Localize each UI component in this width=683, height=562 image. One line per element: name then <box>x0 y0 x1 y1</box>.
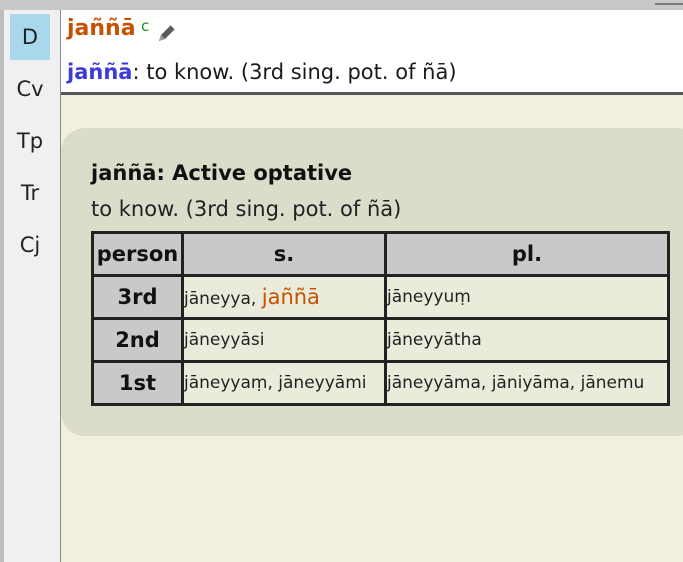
table-row: 1st jāneyyaṃ, jāneyyāmi jāneyyāma, jāniy… <box>91 360 670 406</box>
table-header-row: person s. pl. <box>91 231 670 277</box>
definition-line: jaññā: to know. (3rd sing. pot. of ñā) <box>67 60 457 84</box>
form-text: jāneyya, <box>184 289 262 309</box>
grammar-tag[interactable]: c <box>141 17 149 35</box>
cell-singular: jāneyya, jaññā <box>181 274 387 320</box>
table-row: 3rd jāneyya, jaññā jāneyyuṃ <box>91 274 670 320</box>
card-subtitle: to know. (3rd sing. pot. of ñā) <box>91 197 402 221</box>
conjugation-table: person s. pl. 3rd jāneyya, jaññā jāneyyu… <box>91 231 670 406</box>
tab-tr[interactable]: Tr <box>10 170 50 216</box>
tab-d[interactable]: D <box>10 14 50 60</box>
cell-plural: jāneyyātha <box>384 317 670 363</box>
header-person: person <box>91 231 184 277</box>
form-highlight: jaññā <box>261 285 320 309</box>
pencil-icon[interactable] <box>156 22 178 44</box>
tab-tp[interactable]: Tp <box>10 118 50 164</box>
card-title: jaññā: Active optative <box>91 161 353 185</box>
top-bar <box>0 0 683 10</box>
cell-singular: jāneyyaṃ, jāneyyāmi <box>181 360 387 406</box>
row-person: 1st <box>91 360 184 406</box>
table-row: 2nd jāneyyāsi jāneyyātha <box>91 317 670 363</box>
entry-header: jaññā c jaññā: to know. (3rd sing. pot. … <box>61 10 683 95</box>
definition-word[interactable]: jaññā <box>67 60 132 84</box>
row-person: 3rd <box>91 274 184 320</box>
definition-text: : to know. (3rd sing. pot. of ñā) <box>132 60 457 84</box>
cell-singular: jāneyyāsi <box>181 317 387 363</box>
row-person: 2nd <box>91 317 184 363</box>
conjugation-card: jaññā: Active optative to know. (3rd sin… <box>61 128 683 436</box>
header-plural: pl. <box>384 231 670 277</box>
cell-plural: jāneyyuṃ <box>384 274 670 320</box>
sidebar: D Cv Tp Tr Cj <box>0 10 60 562</box>
header-singular: s. <box>181 231 387 277</box>
cell-plural: jāneyyāma, jāniyāma, jānemu <box>384 360 670 406</box>
resize-handle[interactable] <box>655 3 683 5</box>
tab-cj[interactable]: Cj <box>10 222 50 268</box>
headword: jaññā <box>67 16 136 41</box>
content-area: jaññā: Active optative to know. (3rd sin… <box>61 95 683 562</box>
sidebar-edge <box>0 10 4 562</box>
tab-cv[interactable]: Cv <box>10 66 50 112</box>
